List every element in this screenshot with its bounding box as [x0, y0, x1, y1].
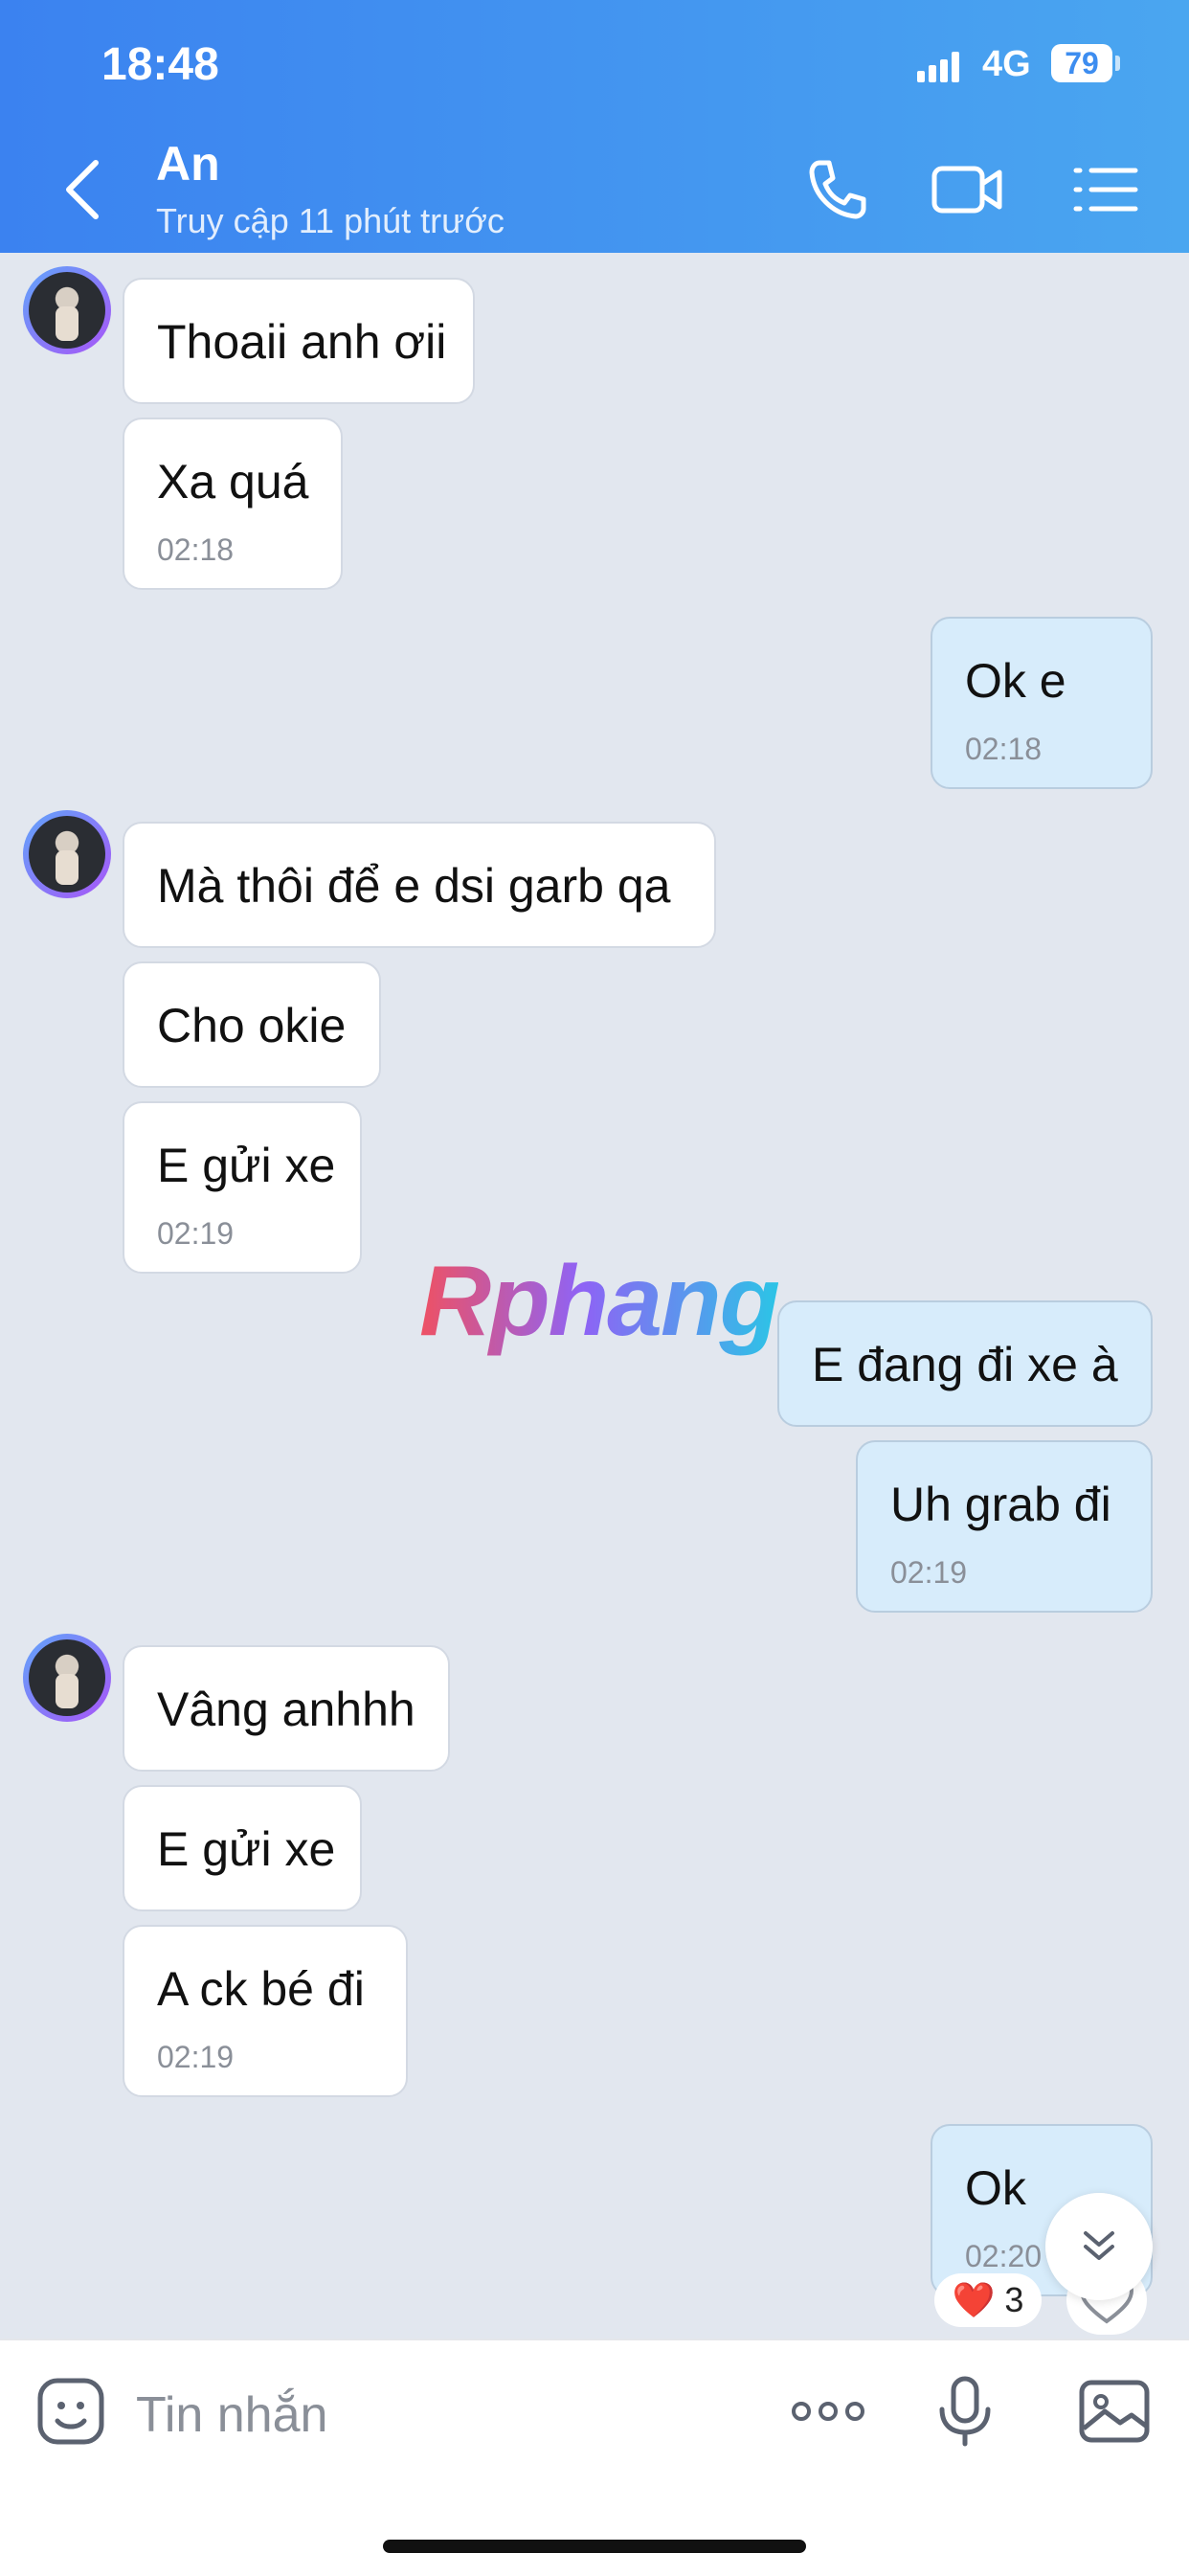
reaction-count: 3	[1004, 2280, 1024, 2319]
message-bubble[interactable]: Uh grab đi 02:19	[856, 1440, 1153, 1613]
message-text: E gửi xe	[157, 1139, 336, 1192]
heart-icon: ❤️	[952, 2280, 996, 2319]
avatar[interactable]	[23, 1634, 111, 1722]
message-text: E đang đi xe à	[812, 1338, 1118, 1391]
reaction-badge[interactable]: ❤️ 3	[934, 2273, 1042, 2327]
message-text: A ck bé đi	[157, 1962, 365, 2016]
battery-level: 79	[1065, 46, 1099, 80]
message-text: Vâng anhhh	[157, 1683, 415, 1736]
image-icon[interactable]	[1076, 2373, 1153, 2450]
avatar[interactable]	[23, 810, 111, 898]
message-bubble[interactable]: Mà thôi để e dsi garb qa	[123, 822, 716, 948]
message-text: Thoaii anh ơii	[157, 315, 447, 369]
message-time: 02:20	[965, 2239, 1043, 2273]
microphone-icon[interactable]	[927, 2373, 1003, 2450]
message-text: Mà thôi để e dsi garb qa	[157, 859, 671, 913]
message-text: Cho okie	[157, 999, 347, 1052]
battery-icon: 79	[1051, 44, 1120, 82]
message-text: E gửi xe	[157, 1822, 336, 1876]
message-bubble[interactable]: E gửi xe 02:19	[123, 1101, 362, 1274]
message-time: 02:19	[157, 2040, 235, 2074]
message-bubble[interactable]: Cho okie	[123, 961, 381, 1088]
message-bubble[interactable]: A ck bé đi 02:19	[123, 1925, 408, 2097]
message-text: Uh grab đi	[890, 1478, 1111, 1531]
back-arrow-icon[interactable]	[56, 153, 113, 226]
chat-header: 18:48 4G 79 An Truy cập 11 phút trước	[0, 0, 1189, 253]
sticker-icon[interactable]	[33, 2373, 109, 2450]
message-input[interactable]: Tin nhắn	[136, 2386, 327, 2444]
last-seen-status: Truy cập 11 phút trước	[156, 201, 505, 240]
message-bubble[interactable]: Ok e 02:18	[931, 617, 1153, 789]
message-text: Ok e	[965, 654, 1066, 708]
avatar[interactable]	[23, 266, 111, 354]
network-type: 4G	[982, 44, 1031, 84]
message-time: 02:18	[157, 532, 235, 567]
message-text: Xa quá	[157, 455, 309, 508]
message-bubble[interactable]: E đang đi xe à	[777, 1300, 1153, 1427]
message-time: 02:18	[965, 732, 1043, 766]
status-time: 18:48	[101, 39, 219, 90]
message-bubble[interactable]: Vâng anhhh	[123, 1645, 450, 1772]
signal-icon	[917, 50, 959, 82]
phone-icon[interactable]	[800, 153, 873, 226]
watermark-logo: Rphang	[419, 1246, 780, 1357]
message-bubble[interactable]: Thoaii anh ơii	[123, 278, 475, 404]
message-bubble[interactable]: Xa quá 02:18	[123, 418, 343, 590]
more-dots-icon[interactable]	[785, 2373, 871, 2450]
list-menu-icon[interactable]	[1070, 153, 1143, 226]
message-time: 02:19	[890, 1555, 968, 1590]
double-chevron-down-icon[interactable]	[1045, 2193, 1153, 2300]
contact-name[interactable]: An	[156, 136, 220, 192]
video-camera-icon[interactable]	[929, 153, 1005, 226]
message-time: 02:19	[157, 1216, 235, 1251]
home-indicator	[383, 2540, 806, 2553]
message-text: Ok	[965, 2161, 1026, 2215]
message-bubble[interactable]: E gửi xe	[123, 1785, 362, 1911]
message-input-bar: Tin nhắn	[0, 2339, 1189, 2576]
